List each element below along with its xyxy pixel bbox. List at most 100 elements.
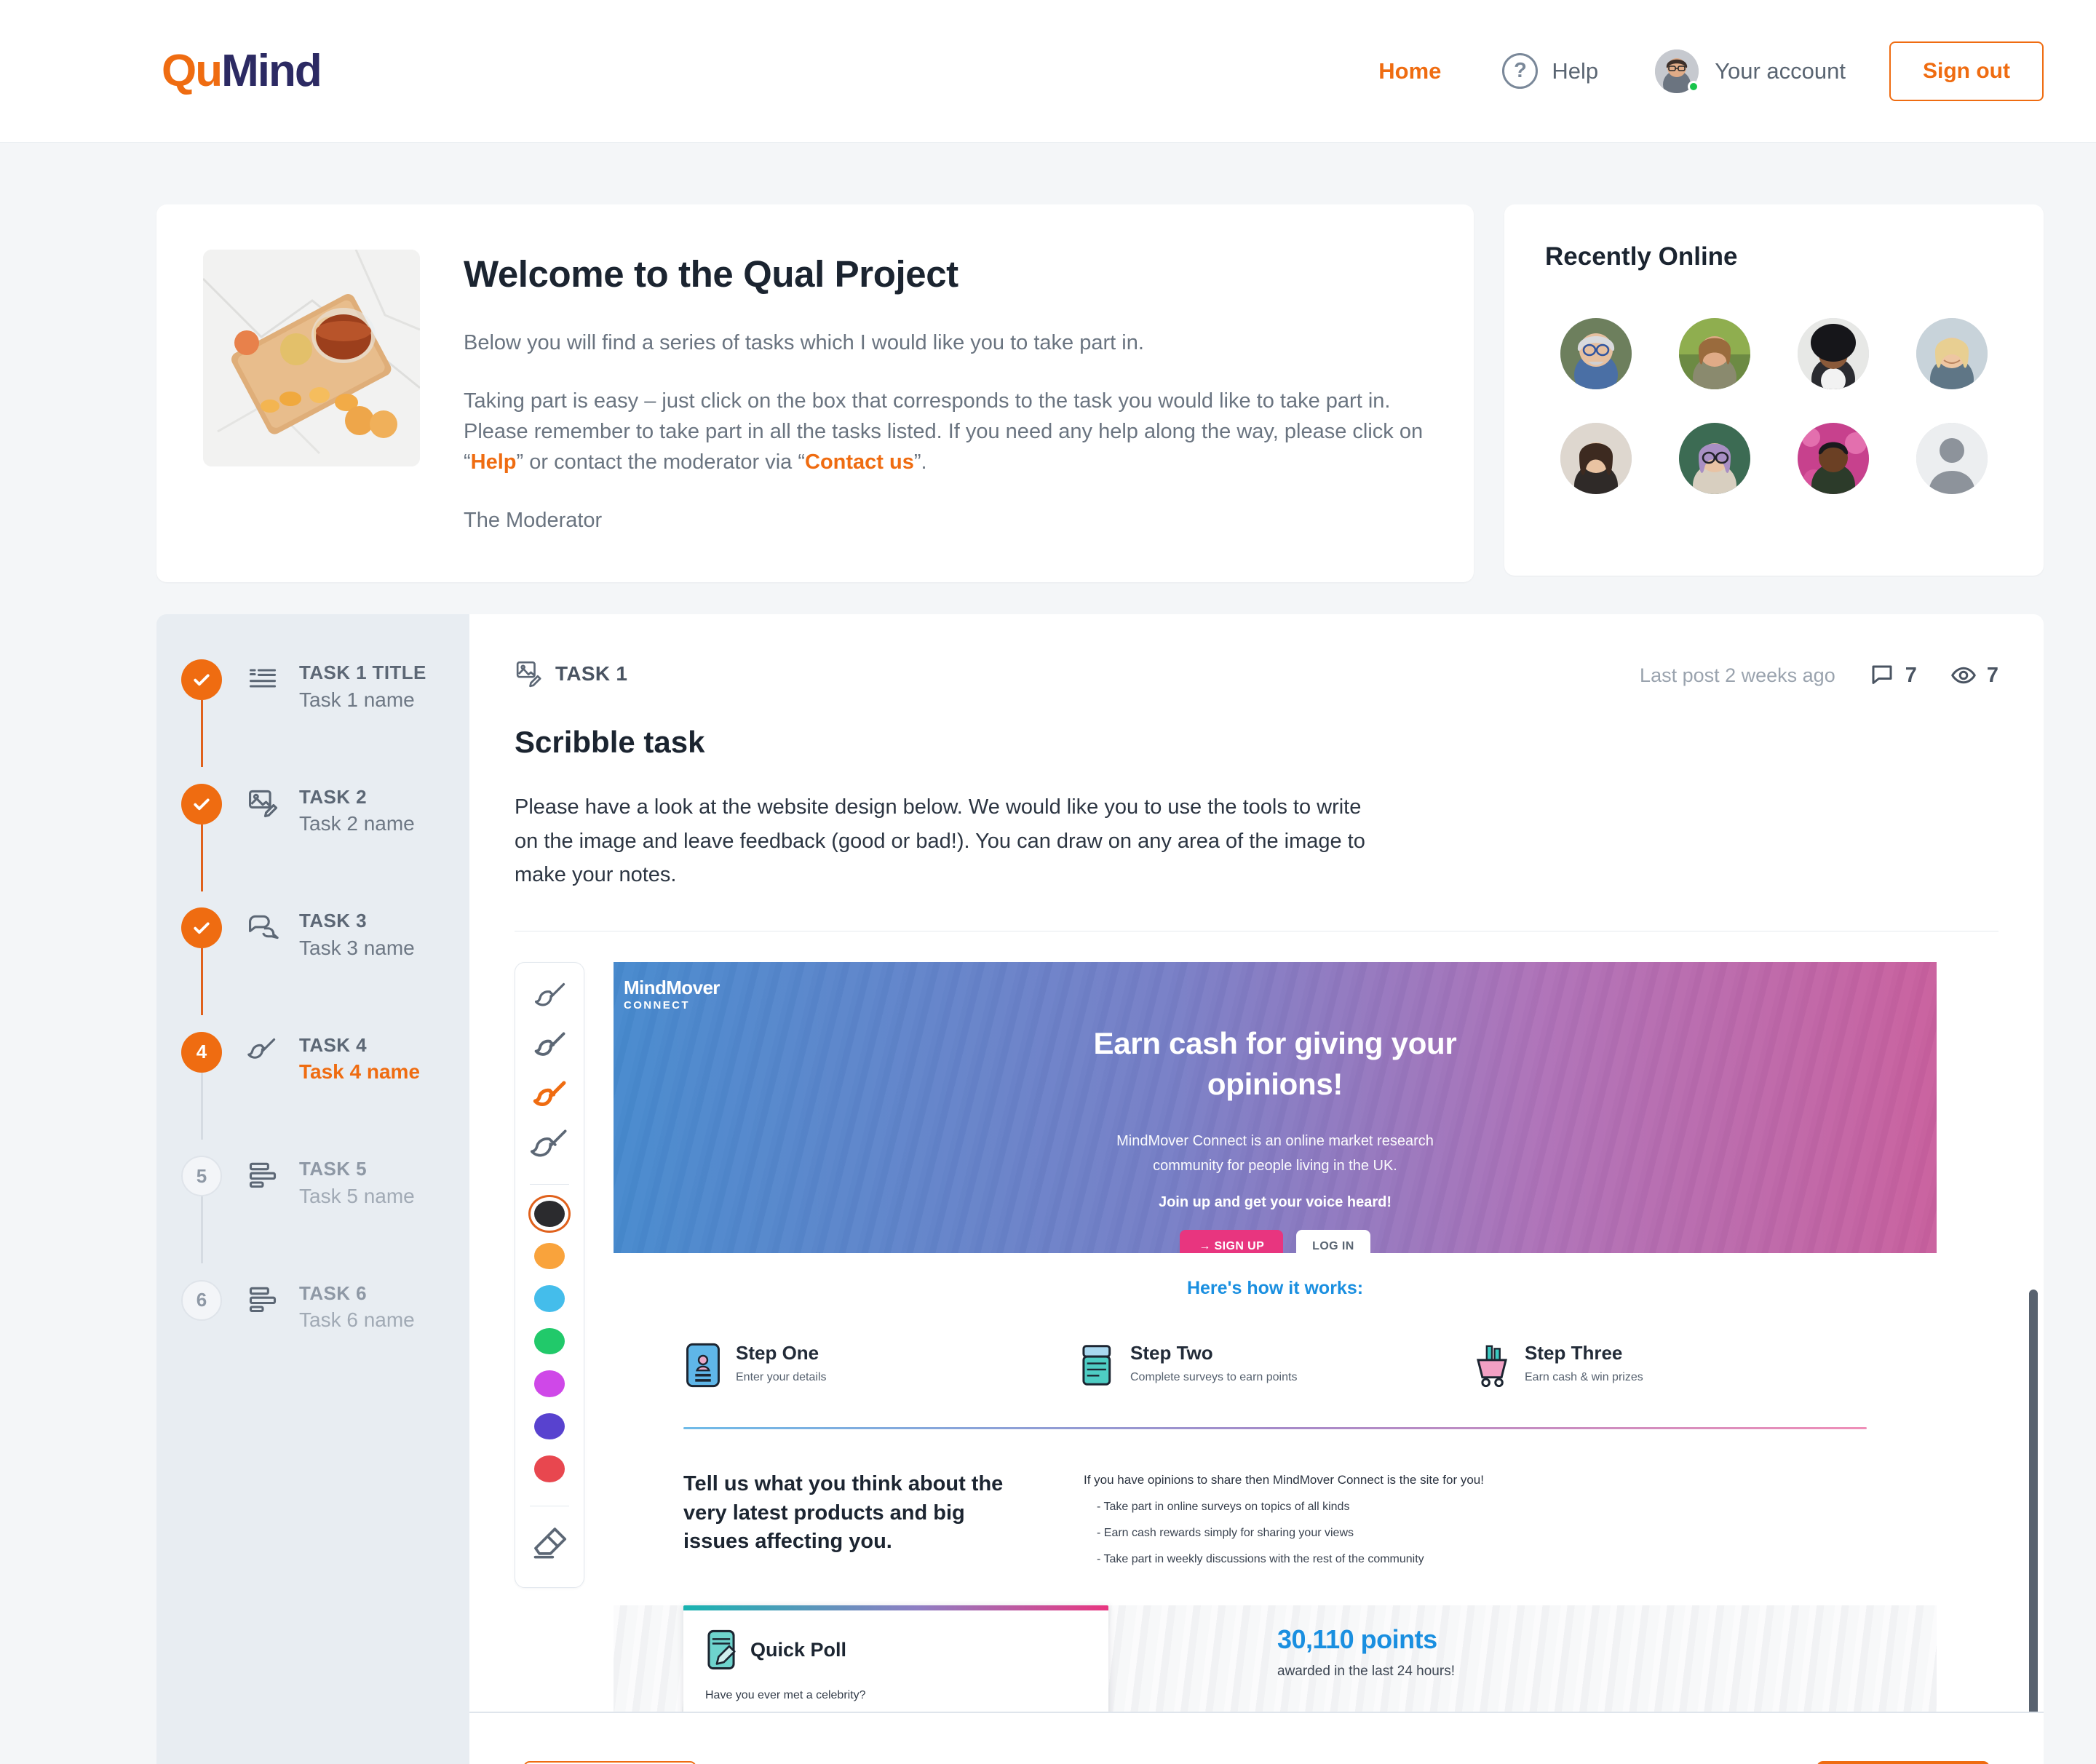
stat-points-caption: awarded in the last 24 hours! <box>1277 1664 1455 1680</box>
color-swatch-orange[interactable] <box>534 1242 565 1270</box>
sidebar-item-task-6[interactable]: 6 TASK 6 Task 6 name <box>156 1279 469 1336</box>
step-name-5: Task 5 name <box>299 1184 415 1207</box>
chat-bubbles-icon <box>245 910 280 945</box>
task-footer-nav: Pevious Next <box>469 1713 2044 1764</box>
step-bullet-column <box>181 907 226 1016</box>
how-step-two: Step Two Complete surveys to earn points <box>1078 1343 1472 1388</box>
how-step-two-desc: Complete surveys to earn points <box>1130 1371 1298 1383</box>
brand-logo[interactable]: QuMind <box>162 45 322 96</box>
color-swatch-red[interactable] <box>534 1455 565 1482</box>
brush-thin-tool[interactable] <box>527 979 572 1018</box>
mindmover-subtext: MindMover Connect is an online market re… <box>1116 1133 1434 1175</box>
help-link[interactable]: Help <box>471 450 517 474</box>
sidebar-item-task-3[interactable]: TASK 3 Task 3 name <box>156 907 469 1016</box>
recently-online-grid <box>1545 318 2003 494</box>
avatar-placeholder-person[interactable] <box>1916 423 1988 494</box>
avatar-dark-hair-woman[interactable] <box>1560 423 1632 494</box>
brand-logo-part1: Qu <box>162 45 223 96</box>
comments-stat[interactable]: 7 <box>1869 662 1917 688</box>
how-it-works-section: Here's how it works: Step One Enter your… <box>614 1253 1937 1567</box>
color-swatch-indigo[interactable] <box>534 1413 565 1440</box>
how-step-three: Step Three Earn cash & win prizes <box>1472 1343 1867 1388</box>
sign-up-button[interactable]: → SIGN UP <box>1180 1230 1284 1254</box>
sidebar-item-task-1[interactable]: TASK 1 TITLE Task 1 name <box>156 659 469 768</box>
mindmover-stats: 30,110 points awarded in the last 24 hou… <box>1277 1605 1459 1712</box>
welcome-card: Welcome to the Qual Project Below you wi… <box>156 204 1474 583</box>
log-in-button[interactable]: LOG IN <box>1296 1230 1370 1254</box>
task-description: Please have a look at the website design… <box>515 795 1365 887</box>
avatar-blonde-woman[interactable] <box>1916 318 1988 389</box>
views-stat[interactable]: 7 <box>1950 662 1998 688</box>
step-text-4: TASK 4 Task 4 name <box>299 1032 420 1088</box>
color-swatch-light-blue[interactable] <box>534 1285 565 1312</box>
step-text-5: TASK 5 Task 5 name <box>299 1156 415 1212</box>
page-title: Welcome to the Qual Project <box>464 253 958 295</box>
step-name-4: Task 4 name <box>299 1060 421 1084</box>
tell-us-bullet-3: - Take part in weekly discussions with t… <box>1097 1553 1424 1566</box>
step-bullet-3 <box>181 907 222 949</box>
step-text-2: TASK 2 Task 2 name <box>299 784 415 840</box>
mindmover-join-line: Join up and get your voice heard! <box>1158 1194 1392 1211</box>
welcome-paragraph-1: Below you will find a series of tasks wh… <box>464 331 1144 354</box>
brush-thick-tool[interactable] <box>527 1078 572 1117</box>
scribble-canvas[interactable]: MindMover CONNECT Earn cash for giving y… <box>614 962 1937 1712</box>
eraser-icon[interactable] <box>527 1522 572 1562</box>
nav-account-label: Your account <box>1715 57 1846 84</box>
next-button[interactable]: Next <box>1817 1761 1990 1764</box>
step-spacer <box>156 1212 469 1280</box>
avatar-purple-hair-glasses[interactable] <box>1678 423 1750 494</box>
avatar-afro-person[interactable] <box>1798 318 1870 389</box>
brush-medium-tool[interactable] <box>527 1028 572 1068</box>
step-spacer <box>156 964 469 1032</box>
color-swatch-magenta[interactable] <box>534 1370 565 1397</box>
poll-and-stats-section: Quick Poll Have you ever met a celebrity… <box>614 1566 1937 1712</box>
how-step-one-title: Step One <box>736 1342 819 1364</box>
how-it-works-title: Here's how it works: <box>1186 1278 1364 1299</box>
step-name-2: Task 2 name <box>299 812 415 835</box>
step-bullet-column: 6 <box>181 1279 226 1336</box>
sidebar-item-task-2[interactable]: TASK 2 Task 2 name <box>156 783 469 891</box>
paintbrush-icon <box>245 1035 280 1070</box>
nav-help-link[interactable]: ? Help <box>1502 53 1598 89</box>
text-lines-icon <box>245 662 280 697</box>
step-bullet-2 <box>181 783 222 825</box>
shopping-cart-icon <box>1472 1343 1512 1388</box>
poll-pencil-icon <box>705 1629 737 1670</box>
comments-count: 7 <box>1905 663 1917 687</box>
avatar-man-flowers[interactable] <box>1798 423 1870 494</box>
step-connector-1 <box>201 700 203 768</box>
welcome-body: Welcome to the Qual Project Below you wi… <box>464 250 1427 536</box>
color-swatch-black[interactable] <box>534 1200 565 1227</box>
brush-extra-thick-tool[interactable] <box>527 1127 572 1167</box>
color-swatch-green[interactable] <box>534 1327 565 1355</box>
step-name-1: Task 1 name <box>299 688 415 711</box>
task-steps-sidebar: TASK 1 TITLE Task 1 name TASK 2 Task 2 n… <box>156 614 469 1764</box>
scribble-canvas-viewport[interactable]: MindMover CONNECT Earn cash for giving y… <box>614 962 2044 1712</box>
stat-spacer <box>1277 1680 1459 1712</box>
mindmover-headline: Earn cash for giving your opinions! <box>1093 1026 1457 1101</box>
canvas-scrollbar[interactable] <box>2029 1290 2038 1712</box>
poll-header: Quick Poll <box>705 1629 1087 1670</box>
nav-account-link[interactable]: Your account <box>1655 49 1846 93</box>
previous-button[interactable]: Pevious <box>523 1761 696 1764</box>
poll-title: Quick Poll <box>750 1638 847 1661</box>
contact-us-link[interactable]: Contact us <box>805 450 914 474</box>
mindmover-cta-row: → SIGN UP LOG IN <box>614 1230 1937 1254</box>
how-step-three-text: Step Three Earn cash & win prizes <box>1525 1343 1643 1384</box>
tell-us-heading: Tell us what you think about the very la… <box>683 1472 1004 1553</box>
how-step-three-desc: Earn cash & win prizes <box>1525 1371 1643 1383</box>
last-post-timestamp: Last post 2 weeks ago <box>1640 664 1835 686</box>
welcome-p2-part-c: ”. <box>913 450 927 474</box>
avatar-older-man-glasses[interactable] <box>1560 318 1632 389</box>
brand-logo-part2: Mind <box>221 45 322 96</box>
sidebar-item-task-5[interactable]: 5 TASK 5 Task 5 name <box>156 1156 469 1264</box>
task-content-panel: TASK 1 Last post 2 weeks ago 7 7 Scribbl… <box>469 614 2044 1764</box>
mindmover-logo-line1: MindMover <box>624 977 720 999</box>
avatar-woman-brown-hair[interactable] <box>1678 318 1750 389</box>
sign-out-button[interactable]: Sign out <box>1889 41 2044 101</box>
sidebar-item-task-4[interactable]: 4 TASK 4 Task 4 name <box>156 1031 469 1140</box>
task-kicker-label: TASK 1 <box>555 662 628 686</box>
nav-home-link[interactable]: Home <box>1378 58 1441 84</box>
step-kicker-6: TASK 6 <box>299 1282 367 1304</box>
mindmover-logo-line2: CONNECT <box>624 999 690 1012</box>
